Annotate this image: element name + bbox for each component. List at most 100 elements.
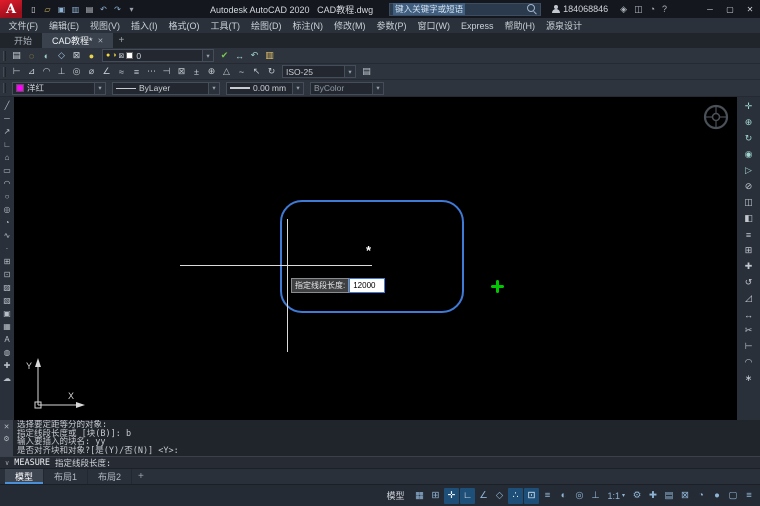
layout-tab[interactable]: 布局2 — [88, 469, 132, 484]
toolbar-drag-handle[interactable] — [3, 67, 6, 77]
layer-lock-icon[interactable]: ⊠ — [69, 49, 84, 63]
dimension-update-icon[interactable]: ↻ — [264, 65, 279, 79]
erase-icon[interactable]: ⊘ — [739, 179, 758, 194]
menu-item[interactable]: 视图(V) — [85, 19, 126, 32]
isolate-objects-icon[interactable]: ◔ — [694, 488, 709, 504]
chevron-down-icon[interactable] — [94, 83, 105, 94]
baseline-dimension-icon[interactable]: ≡ — [129, 65, 144, 79]
menu-item[interactable]: 格式(O) — [163, 19, 205, 32]
mirror-icon[interactable]: ◧ — [739, 211, 758, 226]
chevron-down-icon[interactable] — [202, 50, 213, 61]
toolbar-drag-handle[interactable] — [3, 83, 6, 93]
rotate-icon[interactable]: ↺ — [739, 275, 758, 290]
annotation-scale-button[interactable]: 1:1 — [603, 491, 629, 501]
lock-ui-icon[interactable]: ⊠ — [678, 488, 693, 504]
dimension-edit-icon[interactable]: ↖ — [249, 65, 264, 79]
rounded-rectangle-object[interactable] — [280, 200, 464, 313]
polyline-icon[interactable]: ∟ — [1, 138, 14, 151]
transparency-toggle[interactable]: ◐ — [556, 488, 571, 504]
undo-icon[interactable]: ↶ — [97, 2, 110, 16]
polar-tracking-toggle[interactable]: ∠ — [476, 488, 491, 504]
rectangle-icon[interactable]: ▭ — [1, 164, 14, 177]
menu-item[interactable]: Express — [456, 21, 500, 31]
trim-icon[interactable]: ✂ — [739, 323, 758, 338]
hatch-icon[interactable]: ▨ — [1, 281, 14, 294]
jogged-linear-icon[interactable]: ~ — [234, 65, 249, 79]
gradient-icon[interactable]: ▧ — [1, 294, 14, 307]
layer-on-icon[interactable]: ● — [84, 49, 99, 63]
point-icon[interactable]: · — [1, 242, 14, 255]
new-layout-button[interactable]: + — [132, 469, 150, 484]
diameter-dimension-icon[interactable]: ⌀ — [84, 65, 99, 79]
inspection-dimension-icon[interactable]: △ — [219, 65, 234, 79]
scale-icon[interactable]: ◿ — [739, 291, 758, 306]
divide-icon[interactable]: ✚ — [1, 359, 14, 372]
navigation-wheel-icon[interactable] — [702, 103, 730, 131]
circle-icon[interactable]: ○ — [1, 190, 14, 203]
extend-icon[interactable]: ⊢ — [739, 339, 758, 354]
construction-line-icon[interactable]: ─ — [1, 112, 14, 125]
dimension-break-icon[interactable]: ⊠ — [174, 65, 189, 79]
chevron-down-icon[interactable] — [208, 83, 219, 94]
account-menu[interactable]: 184068846 — [551, 4, 608, 14]
offset-icon[interactable]: ≡ — [739, 227, 758, 242]
layer-isolate-icon[interactable]: ◐ — [39, 49, 54, 63]
pan-icon[interactable]: ✛ — [739, 99, 758, 114]
plot-style-dropdown[interactable]: ByColor — [310, 82, 384, 95]
move-icon[interactable]: ✚ — [739, 259, 758, 274]
menu-item[interactable]: 绘图(D) — [246, 19, 288, 32]
command-customize-icon[interactable]: ⚙ — [3, 435, 9, 443]
copy-icon[interactable]: ◫ — [739, 195, 758, 210]
inserted-block-marker[interactable] — [491, 280, 504, 293]
table-icon[interactable]: ▦ — [1, 320, 14, 333]
menu-item[interactable]: 参数(P) — [371, 19, 412, 32]
drawing-canvas[interactable]: * 指定线段长度: 12000 Y X — [14, 97, 737, 420]
quick-properties-icon[interactable]: ▤ — [662, 488, 677, 504]
layer-off-icon[interactable]: ◌ — [24, 49, 39, 63]
open-icon[interactable]: ▱ — [41, 2, 54, 16]
search-icon[interactable] — [527, 4, 537, 14]
autodesk-account-icon[interactable]: ◈ — [620, 4, 627, 15]
workspace-switching-icon[interactable]: ⚙ — [630, 488, 645, 504]
autocad-logo-icon[interactable]: A — [0, 0, 22, 18]
tolerance-icon[interactable]: ± — [189, 65, 204, 79]
help-icon[interactable]: ? — [662, 4, 667, 15]
arc-icon[interactable]: ◠ — [1, 177, 14, 190]
object-snap-toggle[interactable]: ⊡ — [524, 488, 539, 504]
steering-wheel-icon[interactable]: ◉ — [739, 147, 758, 162]
selection-cycling-toggle[interactable]: ◎ — [572, 488, 587, 504]
menu-item[interactable]: 插入(I) — [126, 19, 164, 32]
grid-display-toggle[interactable]: ▦ — [412, 488, 427, 504]
layer-properties-manager-icon[interactable]: ▤ — [9, 49, 24, 63]
clean-screen-icon[interactable]: ▢ — [726, 488, 741, 504]
ordinate-dimension-icon[interactable]: ⊥ — [54, 65, 69, 79]
snap-mode-toggle[interactable]: ⊞ — [428, 488, 443, 504]
model-space-button[interactable]: 模型 — [379, 489, 411, 502]
menu-item[interactable]: 窗口(W) — [412, 19, 456, 32]
new-tab-button[interactable]: + — [113, 33, 129, 48]
tab-close-icon[interactable]: ✕ — [98, 37, 104, 45]
previous-layer-icon[interactable]: ↶ — [247, 49, 262, 63]
tab-start[interactable]: 开始 — [4, 33, 42, 48]
maximize-button[interactable]: ▢ — [720, 0, 740, 18]
ellipse-icon[interactable]: ◎ — [1, 203, 14, 216]
qat-menu-icon[interactable]: ▾ — [125, 2, 138, 16]
explode-icon[interactable]: ∗ — [739, 371, 758, 386]
fillet-icon[interactable]: ◠ — [739, 355, 758, 370]
line-icon[interactable]: ╱ — [1, 99, 14, 112]
linetype-dropdown[interactable]: ByLayer — [112, 82, 220, 95]
angular-dimension-icon[interactable]: ∠ — [99, 65, 114, 79]
make-block-icon[interactable]: ⊞ — [1, 255, 14, 268]
tab-document-active[interactable]: CAD教程* ✕ — [42, 33, 113, 48]
lineweight-display-toggle[interactable]: ≡ — [540, 488, 555, 504]
notification-icon[interactable]: ◔ — [650, 4, 655, 15]
menu-item[interactable]: 文件(F) — [3, 19, 44, 32]
ortho-mode-toggle[interactable]: ∟ — [460, 488, 475, 504]
plot-icon[interactable]: ▤ — [83, 2, 96, 16]
layer-freeze-icon[interactable]: ◇ — [54, 49, 69, 63]
region-icon[interactable]: ▣ — [1, 307, 14, 320]
hardware-acceleration-icon[interactable]: ● — [710, 488, 725, 504]
arc-length-dimension-icon[interactable]: ◠ — [39, 65, 54, 79]
layer-states-icon[interactable]: ▥ — [262, 49, 277, 63]
lineweight-dropdown[interactable]: 0.00 mm — [226, 82, 304, 95]
